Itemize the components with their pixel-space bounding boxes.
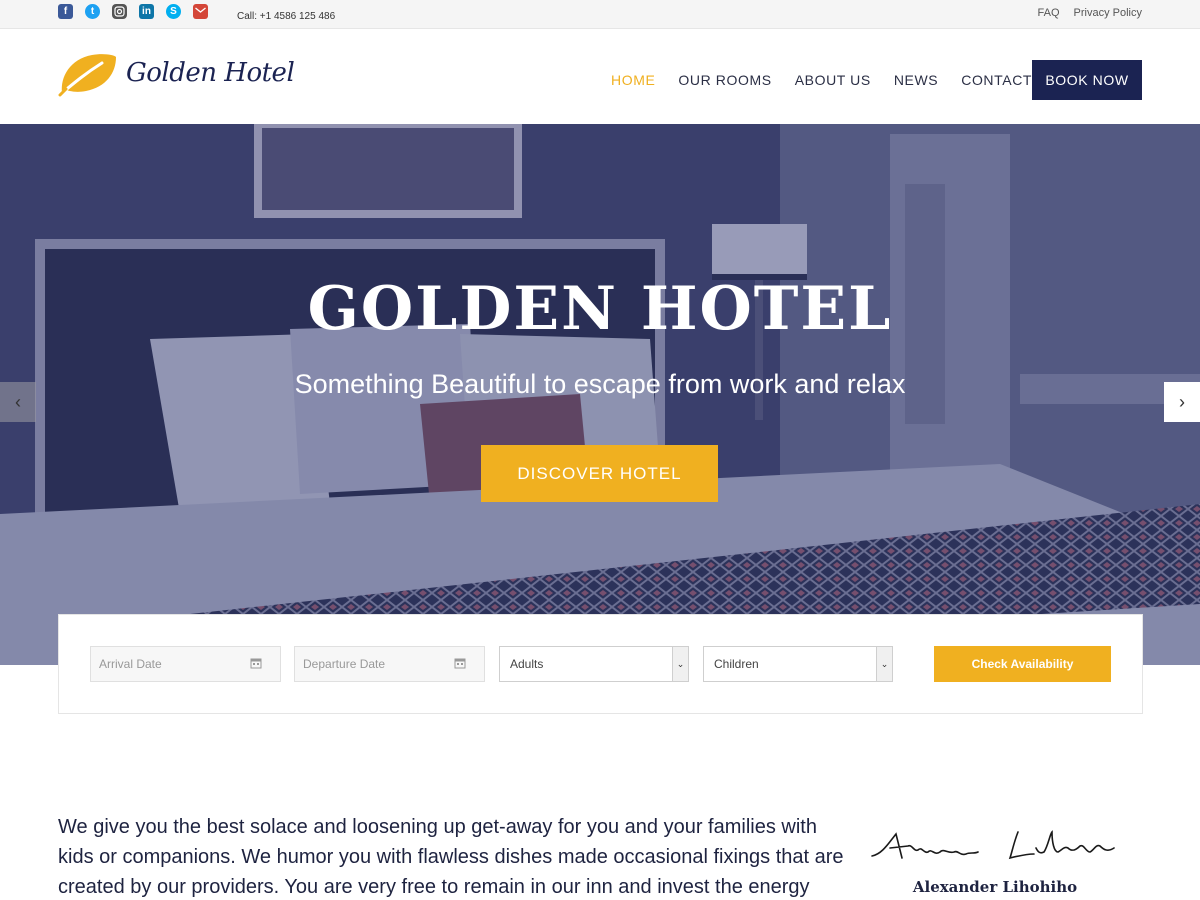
children-select-value: Children xyxy=(714,657,759,671)
discover-hotel-button[interactable]: DISCOVER HOTEL xyxy=(481,445,718,502)
site-header: Golden Hotel HOME OUR ROOMS ABOUT US NEW… xyxy=(0,29,1200,124)
nav-our-rooms[interactable]: OUR ROOMS xyxy=(678,72,771,88)
departure-date-field[interactable]: Departure Date xyxy=(294,646,485,682)
top-links: FAQ Privacy Policy xyxy=(1038,7,1142,19)
chevron-down-icon: ⌄ xyxy=(672,647,688,681)
top-bar: f t in S Call: +1 4586 125 486 FAQ Priva… xyxy=(0,0,1200,29)
hero-slider: GOLDEN HOTEL Something Beautiful to esca… xyxy=(0,124,1200,665)
linkedin-icon[interactable]: in xyxy=(139,4,154,19)
signature-image xyxy=(871,830,1115,860)
chevron-down-icon: ⌄ xyxy=(876,647,892,681)
skype-icon[interactable]: S xyxy=(166,4,181,19)
mail-icon[interactable] xyxy=(193,4,208,19)
facebook-icon[interactable]: f xyxy=(58,4,73,19)
twitter-icon[interactable]: t xyxy=(85,4,100,19)
adults-select[interactable]: Adults ⌄ xyxy=(499,646,689,682)
calendar-icon xyxy=(454,658,466,669)
hero-subtitle: Something Beautiful to escape from work … xyxy=(294,369,906,399)
main-nav: HOME OUR ROOMS ABOUT US NEWS CONTACT xyxy=(611,72,1032,88)
nav-contact[interactable]: CONTACT xyxy=(961,72,1032,88)
adults-select-value: Adults xyxy=(510,657,544,671)
social-links: f t in S xyxy=(58,4,208,19)
nav-news[interactable]: NEWS xyxy=(894,72,938,88)
intro-text: We give you the best solace and loosenin… xyxy=(58,816,844,898)
calendar-icon xyxy=(250,658,262,669)
signature-name: Alexander Lihohiho xyxy=(912,878,1078,896)
arrival-date-field[interactable]: Arrival Date xyxy=(90,646,281,682)
chevron-right-icon: › xyxy=(1179,391,1185,412)
nav-home[interactable]: HOME xyxy=(611,72,655,88)
hero-title: GOLDEN HOTEL xyxy=(307,274,893,344)
leaf-logo-icon xyxy=(58,54,116,97)
privacy-policy-link[interactable]: Privacy Policy xyxy=(1074,7,1142,19)
call-number: Call: +1 4586 125 486 xyxy=(237,11,336,22)
check-availability-button[interactable]: Check Availability xyxy=(934,646,1111,682)
book-now-button[interactable]: BOOK NOW xyxy=(1032,60,1142,100)
slider-prev-button[interactable]: ‹ xyxy=(0,382,36,422)
chevron-left-icon: ‹ xyxy=(15,391,21,412)
instagram-icon[interactable] xyxy=(112,4,127,19)
children-select[interactable]: Children ⌄ xyxy=(703,646,893,682)
departure-date-placeholder: Departure Date xyxy=(303,657,386,671)
nav-about-us[interactable]: ABOUT US xyxy=(795,72,871,88)
logo-text: Golden Hotel xyxy=(126,58,295,88)
booking-form: Arrival Date Departure Date Adults ⌄ Chi… xyxy=(58,614,1143,714)
faq-link[interactable]: FAQ xyxy=(1038,7,1060,19)
arrival-date-placeholder: Arrival Date xyxy=(99,657,162,671)
slider-next-button[interactable]: › xyxy=(1164,382,1200,422)
site-logo[interactable]: Golden Hotel xyxy=(58,49,295,97)
